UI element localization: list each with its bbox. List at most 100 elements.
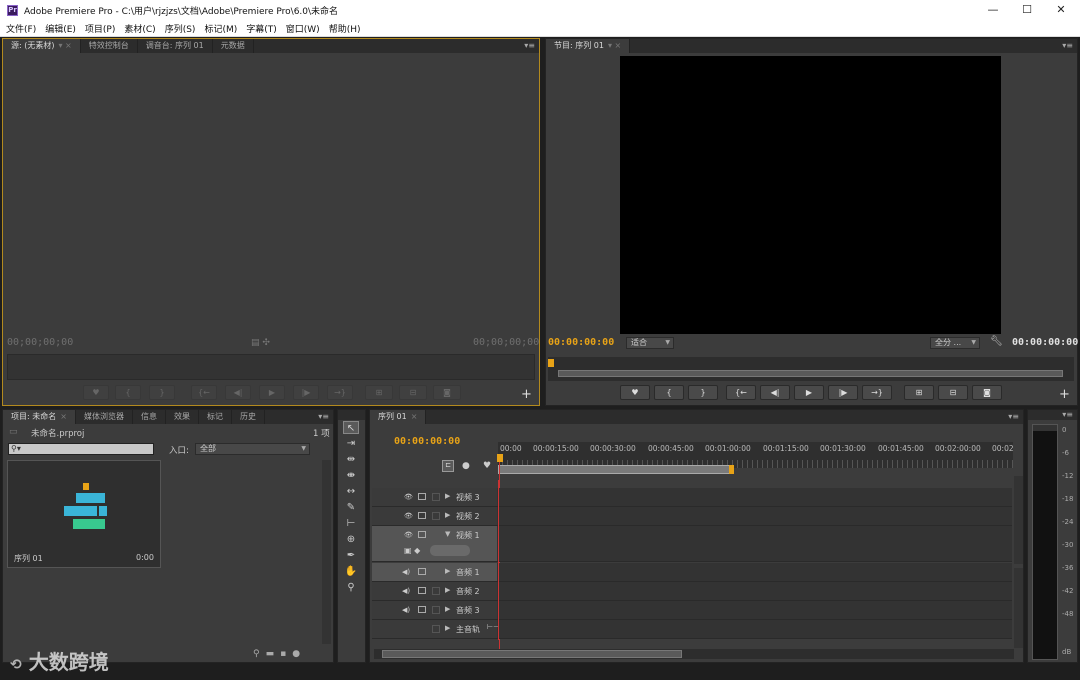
speaker-icon[interactable]: ◀) [402,568,410,576]
playhead-marker[interactable] [497,454,503,462]
tab-metadata[interactable]: 元数据 [213,39,254,53]
project-search-input[interactable]: ⚲▾ [8,443,154,455]
lock-icon[interactable] [418,512,426,519]
tab-source[interactable]: 源: (无素材) ▾ × [3,39,81,53]
pen-tool-icon[interactable]: ✒ [343,549,359,562]
time-ruler[interactable]: 00:00 00:00:15:00 00:00:30:00 00:00:45:0… [498,442,1014,460]
snap-icon[interactable]: ⊏ [442,460,454,472]
track-audio-2[interactable]: ◀) ▶ 音频 2 [372,582,1012,601]
lift-button[interactable]: ⊞ [904,385,934,400]
eye-icon[interactable]: 👁︎ [404,512,413,520]
work-area-bar[interactable] [498,465,733,474]
menu-sequence[interactable]: 序列(S) [165,22,196,35]
track-master[interactable]: ▶ 主音轨 ⊢⊣ [372,620,1012,639]
work-area-end-handle[interactable] [729,465,734,474]
rate-stretch-tool-icon[interactable]: ↔ [343,485,359,498]
zoom-tool-icon[interactable]: ⚲ [343,581,359,594]
panel-menu-icon[interactable]: ▾≡ [524,39,535,53]
menu-file[interactable]: 文件(F) [6,22,36,35]
panel-menu-icon[interactable]: ▾≡ [1008,410,1019,424]
panel-menu-icon[interactable]: ▾≡ [318,410,329,424]
source-timecode-current[interactable]: 00;00;00;00 [7,337,73,348]
keyframe-nav[interactable] [430,545,470,556]
sync-lock-toggle[interactable] [432,493,440,501]
step-back-button[interactable]: ◀| [760,385,790,400]
quality-dropdown[interactable]: 全分 ... ▼ [930,337,980,349]
rolling-edit-tool-icon[interactable]: ⇼ [343,469,359,482]
play-button[interactable]: ▶ [259,385,285,400]
add-marker-button[interactable]: ♥ [620,385,650,400]
hand-tool-icon[interactable]: ✋ [343,565,359,578]
mark-out-button[interactable]: } [149,385,175,400]
expand-triangle-icon[interactable]: ▶ [445,567,450,575]
track-video-2[interactable]: 👁︎ ▶ 视频 2 [372,507,1012,526]
project-bottom-toolbar-icons[interactable]: ⚲▬▪● [253,649,306,659]
panel-menu-icon[interactable]: ▾≡ [1062,410,1073,420]
overwrite-button[interactable]: ⊟ [399,385,427,400]
add-button-icon[interactable]: + [1059,387,1070,402]
track-audio-3[interactable]: ◀) ▶ 音频 3 [372,601,1012,620]
tab-media-browser[interactable]: 媒体浏览器 [76,410,133,424]
lock-icon[interactable] [418,493,426,500]
expand-triangle-icon[interactable]: ▶ [445,511,450,519]
extract-button[interactable]: ⊟ [938,385,968,400]
step-forward-button[interactable]: |▶ [293,385,319,400]
go-to-in-button[interactable]: {← [726,385,756,400]
maximize-button[interactable]: ☐ [1010,0,1044,20]
selection-tool-icon[interactable]: ↖ [343,421,359,434]
scroll-thumb[interactable] [382,650,682,658]
expand-triangle-icon[interactable]: ▶ [445,492,450,500]
slip-tool-icon[interactable]: ⊢ [343,517,359,530]
source-scrub-bar[interactable] [7,354,535,380]
sync-lock-toggle[interactable] [432,606,440,614]
mark-in-button[interactable]: { [654,385,684,400]
menu-help[interactable]: 帮助(H) [329,22,361,35]
eye-icon[interactable]: 👁︎ [404,493,413,501]
tab-info[interactable]: 信息 [133,410,166,424]
mark-in-button[interactable]: { [115,385,141,400]
menu-window[interactable]: 窗口(W) [286,22,320,35]
marker-icon[interactable]: ♥ [483,461,491,471]
zoom-scrollbar[interactable] [558,370,1063,377]
add-marker-button[interactable]: ♥ [83,385,109,400]
menu-edit[interactable]: 编辑(E) [45,22,76,35]
timeline-horizontal-scrollbar[interactable] [374,649,1014,659]
step-forward-button[interactable]: |▶ [828,385,858,400]
tab-program[interactable]: 节目: 序列 01 ▾ × [546,39,631,53]
ripple-edit-tool-icon[interactable]: ⇹ [343,453,359,466]
expand-triangle-icon[interactable]: ▶ [445,624,450,632]
sync-lock-toggle[interactable] [432,512,440,520]
sync-lock-toggle[interactable] [432,587,440,595]
sync-lock-toggle[interactable] [432,568,440,576]
go-to-out-button[interactable]: →} [862,385,892,400]
lock-icon[interactable] [418,531,426,538]
track-select-tool-icon[interactable]: ⇥ [343,437,359,450]
wrench-icon[interactable]: 🔧︎ [990,336,1003,347]
speaker-icon[interactable]: ◀) [402,587,410,595]
tab-effect-controls[interactable]: 特效控制台 [81,39,138,53]
program-timecode-current[interactable]: 00:00:00:00 [548,337,614,348]
expand-triangle-icon[interactable]: ▶ [445,605,450,613]
sequence-thumbnail[interactable]: 序列 01 0:00 [7,460,161,568]
clip-indicator[interactable] [1033,425,1057,431]
timeline-timecode[interactable]: 00:00:00:00 [394,436,460,447]
eye-icon[interactable]: 👁︎ [404,531,413,539]
fit-dropdown[interactable]: 适合 ▼ [626,337,674,349]
tab-sequence[interactable]: 序列 01 × [370,410,427,424]
tab-project[interactable]: 项目: 未命名 × [3,410,76,424]
tab-audio-mixer[interactable]: 调音台: 序列 01 [138,39,213,53]
menu-project[interactable]: 项目(P) [85,22,115,35]
in-point-dropdown[interactable]: 全部 ▼ [195,443,310,455]
tab-markers[interactable]: 标记 [199,410,232,424]
track-video-3[interactable]: 👁︎ ▶ 视频 3 [372,488,1012,507]
tab-effects[interactable]: 效果 [166,410,199,424]
menu-marker[interactable]: 标记(M) [204,22,237,35]
export-frame-button[interactable]: ◙ [972,385,1002,400]
lock-icon[interactable] [418,587,426,594]
expand-triangle-icon[interactable]: ▶ [445,586,450,594]
slide-tool-icon[interactable]: ⊕ [343,533,359,546]
sync-lock-toggle[interactable] [432,531,440,539]
add-button-icon[interactable]: + [521,387,532,402]
insert-button[interactable]: ⊞ [365,385,393,400]
program-scrub-area[interactable] [548,357,1074,381]
